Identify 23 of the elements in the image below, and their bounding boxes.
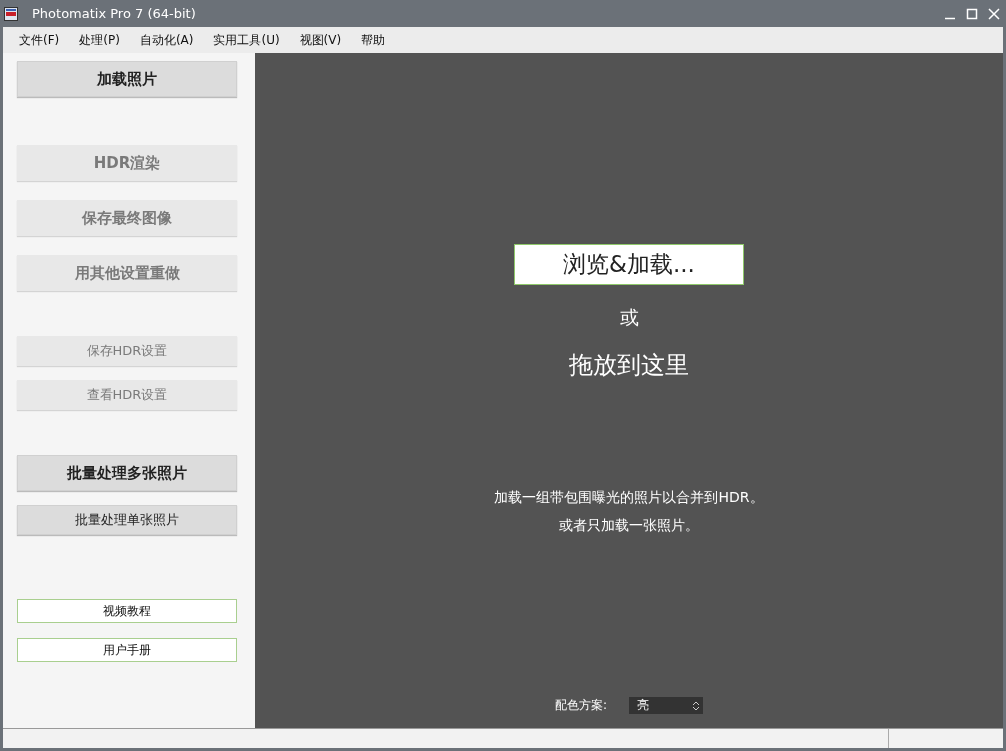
color-scheme-label: 配色方案: [555,697,608,714]
app-icon [4,6,18,21]
link-button[interactable]: 视频教程 [17,599,237,623]
menu-item[interactable]: 视图(V) [299,31,350,49]
maximize-icon[interactable] [966,7,978,20]
window-title: Photomatix Pro 7 (64-bit) [32,6,197,21]
menu-item[interactable]: 自动化(A) [139,31,202,49]
menu-item[interactable]: 实用工具(U) [213,31,288,49]
drop-text: 拖放到这里 [569,350,689,381]
sidebar-button[interactable]: 加载照片 [17,61,237,97]
browse-button[interactable]: 浏览&加载... [514,244,744,285]
color-scheme-dropdown[interactable]: 亮 [629,697,704,714]
menu-item[interactable]: 处理(P) [79,31,128,49]
or-text: 或 [619,305,639,330]
close-icon[interactable] [988,7,1000,20]
sidebar-button[interactable]: 批量处理单张照片 [17,505,237,535]
menu-item[interactable]: 文件(F) [19,31,68,49]
link-button[interactable]: 用户手册 [17,638,237,662]
menu-item[interactable]: 帮助 [361,31,394,49]
sidebar-button[interactable]: 批量处理多张照片 [17,455,237,491]
hint-text: 加载一组带包围曝光的照片以合并到HDR。 [494,489,764,507]
spinner-arrows-icon [691,699,702,712]
hint-text: 或者只加载一张照片。 [559,517,699,535]
